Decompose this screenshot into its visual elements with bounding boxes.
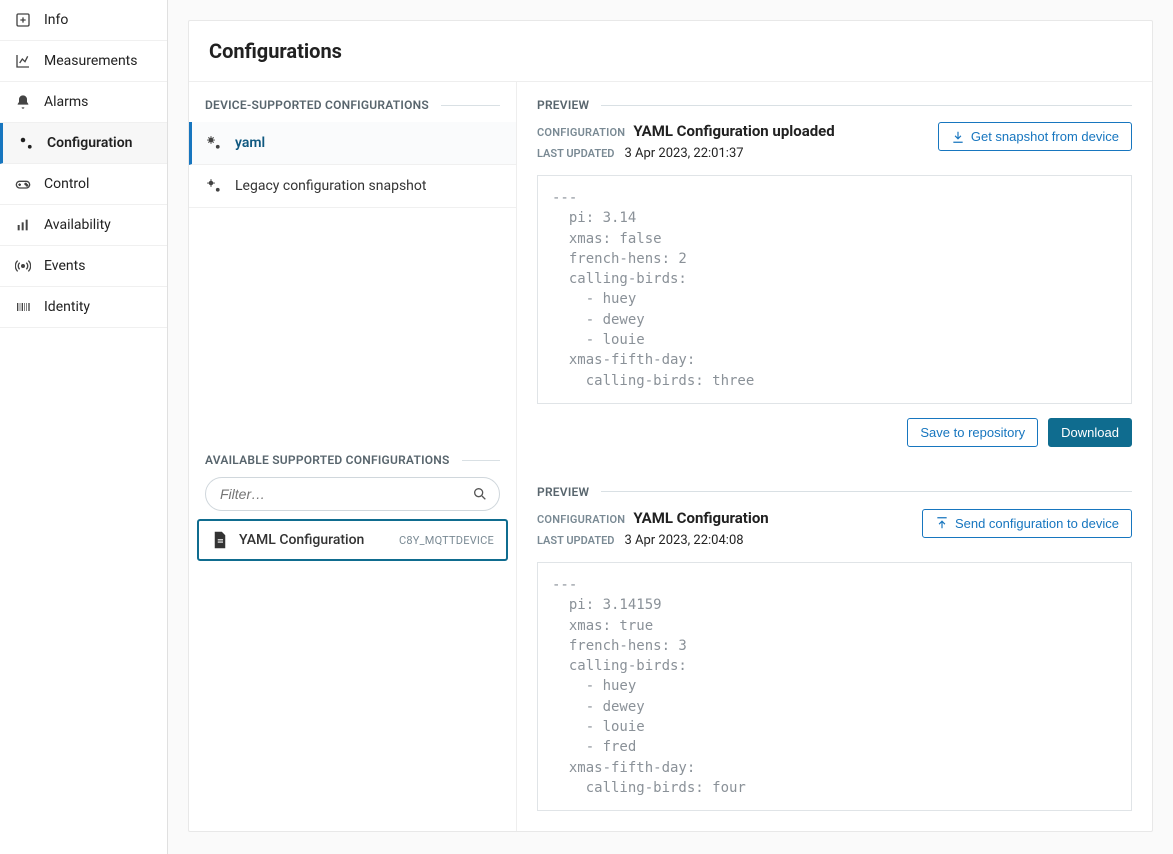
barcode-icon xyxy=(14,298,32,316)
preview2-config-value: YAML Configuration xyxy=(633,509,768,527)
config-item-label: yaml xyxy=(235,135,265,151)
preview1-updated-value: 3 Apr 2023, 22:01:37 xyxy=(624,146,743,161)
sidebar-item-identity[interactable]: Identity xyxy=(0,287,167,328)
gears-icon xyxy=(205,134,223,152)
available-config-item[interactable]: YAML Configuration C8Y_MQTTDEVICE xyxy=(197,519,508,561)
sidebar-item-label: Control xyxy=(44,176,89,192)
preview2-updated-value: 3 Apr 2023, 22:04:08 xyxy=(624,533,743,548)
page-title: Configurations xyxy=(189,21,1152,82)
upload-icon xyxy=(935,516,949,530)
sidebar-item-events[interactable]: Events xyxy=(0,246,167,287)
file-icon xyxy=(211,531,229,549)
preview1-heading: PREVIEW xyxy=(537,82,1132,112)
plus-box-icon xyxy=(14,11,32,29)
sidebar-item-info[interactable]: Info xyxy=(0,0,167,41)
config-item-yaml[interactable]: yaml xyxy=(189,122,516,165)
preview2-code: --- pi: 3.14159 xmas: true french-hens: … xyxy=(537,562,1132,811)
gamepad-icon xyxy=(14,175,32,193)
config-item-legacy[interactable]: Legacy configuration snapshot xyxy=(189,165,516,208)
available-config-name: YAML Configuration xyxy=(239,532,389,548)
sidebar-item-measurements[interactable]: Measurements xyxy=(0,41,167,82)
sidebar-item-configuration[interactable]: Configuration xyxy=(0,123,167,164)
filter-input[interactable] xyxy=(205,477,500,511)
config-left-column: DEVICE-SUPPORTED CONFIGURATIONS yaml xyxy=(189,82,517,831)
available-configs-heading: AVAILABLE SUPPORTED CONFIGURATIONS xyxy=(189,437,516,467)
sidebar-item-label: Configuration xyxy=(47,135,132,151)
sidebar-item-control[interactable]: Control xyxy=(0,164,167,205)
sidebar-item-label: Info xyxy=(44,12,68,28)
device-configs-heading: DEVICE-SUPPORTED CONFIGURATIONS xyxy=(189,82,516,112)
send-configuration-button[interactable]: Send configuration to device xyxy=(922,509,1132,538)
sidebar-item-label: Identity xyxy=(44,299,90,315)
sidebar-item-label: Measurements xyxy=(44,53,137,69)
sidebar-item-alarms[interactable]: Alarms xyxy=(0,82,167,123)
gears-icon xyxy=(205,177,223,195)
download-button[interactable]: Download xyxy=(1048,418,1132,447)
bar-chart-icon xyxy=(14,216,32,234)
save-to-repository-button[interactable]: Save to repository xyxy=(907,418,1038,447)
preview1-code: --- pi: 3.14 xmas: false french-hens: 2 … xyxy=(537,175,1132,404)
download-icon xyxy=(951,130,965,144)
main-content: Configurations DEVICE-SUPPORTED CONFIGUR… xyxy=(168,0,1173,854)
config-item-label: Legacy configuration snapshot xyxy=(235,178,426,194)
search-icon xyxy=(472,486,488,502)
preview1-config-key: CONFIGURATION xyxy=(537,126,625,139)
config-right-column: PREVIEW CONFIGURATION YAML Configuration… xyxy=(517,82,1152,831)
line-chart-icon xyxy=(14,52,32,70)
gears-icon xyxy=(17,134,35,152)
preview1-updated-key: LAST UPDATED xyxy=(537,147,614,160)
broadcast-icon xyxy=(14,257,32,275)
preview2-config-key: CONFIGURATION xyxy=(537,513,625,526)
sidebar: Info Measurements Alarms Configuration C… xyxy=(0,0,168,854)
preview1-config-value: YAML Configuration uploaded xyxy=(633,122,834,140)
bell-icon xyxy=(14,93,32,111)
preview2-heading: PREVIEW xyxy=(537,469,1132,499)
sidebar-item-label: Availability xyxy=(44,217,111,233)
get-snapshot-button[interactable]: Get snapshot from device xyxy=(938,122,1132,151)
preview2-updated-key: LAST UPDATED xyxy=(537,534,614,547)
sidebar-item-availability[interactable]: Availability xyxy=(0,205,167,246)
sidebar-item-label: Alarms xyxy=(44,94,88,110)
sidebar-item-label: Events xyxy=(44,258,85,274)
available-config-tag: C8Y_MQTTDEVICE xyxy=(399,534,494,547)
